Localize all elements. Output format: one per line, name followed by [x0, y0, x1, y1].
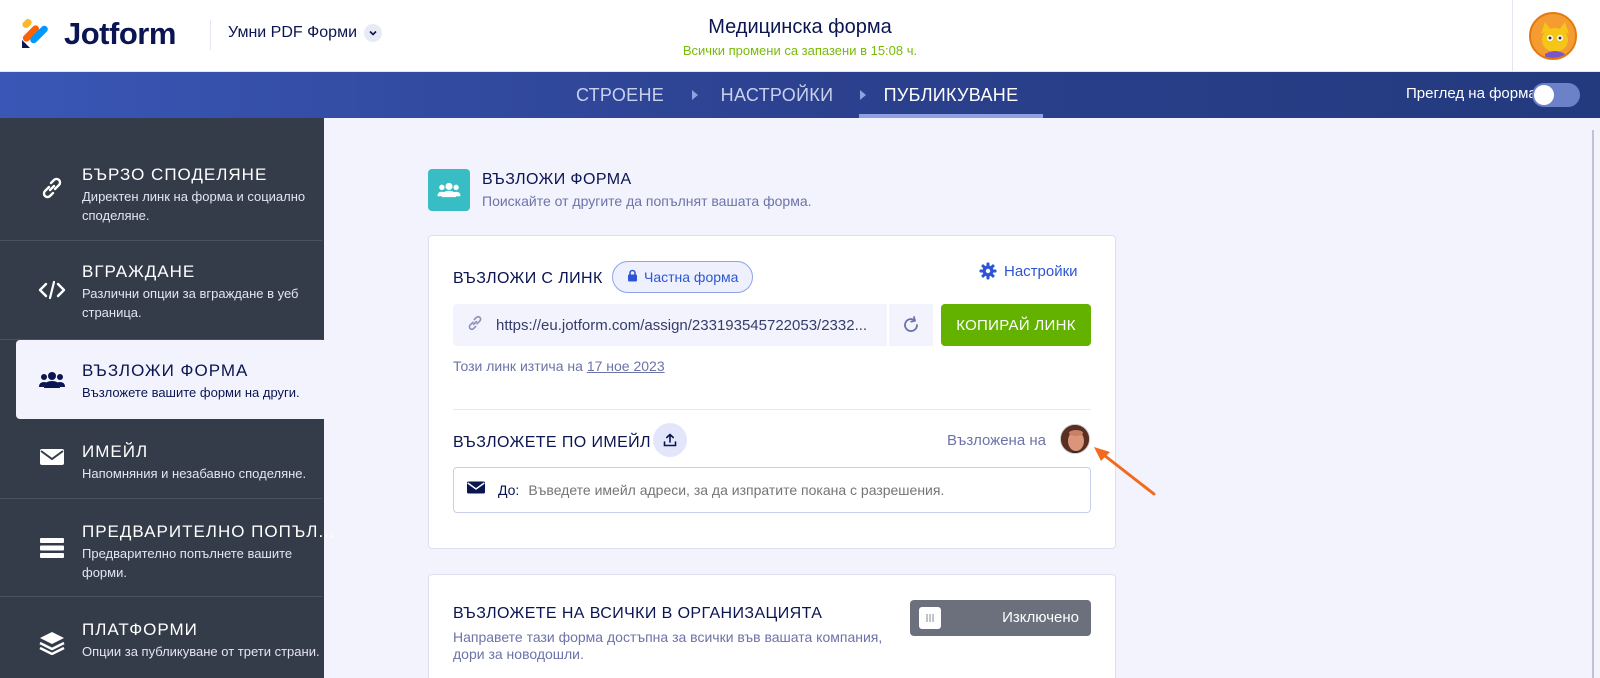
- page-scrollbar[interactable]: [1592, 130, 1594, 678]
- link-icon: [466, 314, 484, 337]
- sidebar-item-desc: Предварително попълнете вашите форми.: [82, 546, 293, 580]
- user-avatar[interactable]: [1529, 12, 1577, 60]
- expiry-date-link[interactable]: 17 ное 2023: [587, 358, 665, 374]
- sidebar-item-title: ИМЕЙЛ: [82, 442, 149, 461]
- section-subtitle: Поискайте от другите да попълнят вашата …: [482, 193, 812, 209]
- sidebar-item-title: ПЛАТФОРМИ: [82, 620, 198, 639]
- private-form-label: Частна форма: [644, 269, 739, 285]
- upload-csv-button[interactable]: [653, 423, 687, 457]
- chevron-right-icon: [692, 90, 698, 100]
- private-form-badge[interactable]: Частна форма: [612, 261, 754, 293]
- upload-icon: [663, 433, 677, 447]
- top-header: Jotform Умни PDF Форми Медицинска форма …: [0, 0, 1600, 72]
- assign-organization-card: ВЪЗЛОЖЕТЕ НА ВСИЧКИ В ОРГАНИЗАЦИЯТА Напр…: [428, 574, 1116, 678]
- section-title: ВЪЗЛОЖИ ФОРМА: [482, 171, 632, 188]
- assign-settings-button[interactable]: Настройки: [979, 262, 1078, 280]
- preview-form-label: Преглед на форма: [1406, 85, 1537, 102]
- tab-publish[interactable]: ПУБЛИКУВАНЕ: [859, 72, 1043, 118]
- assign-org-toggle[interactable]: Изключено: [910, 600, 1091, 636]
- assignee-avatar[interactable]: [1060, 424, 1090, 454]
- gear-icon: [979, 262, 997, 280]
- sidebar-item-desc: Опции за публикуване от трети страни.: [82, 644, 320, 659]
- toggle-state-label: Изключено: [1002, 609, 1079, 626]
- assign-by-email-title: ВЪЗЛОЖЕТЕ ПО ИМЕЙЛ: [453, 434, 651, 451]
- toggle-knob: [919, 607, 941, 629]
- card-divider: [453, 409, 1091, 410]
- list-icon: [38, 534, 66, 562]
- sidebar-item-embed[interactable]: ВГРАЖДАНЕ Различни опции за вграждане в …: [0, 241, 322, 340]
- assign-url-field[interactable]: https://eu.jotform.com/assign/2331935457…: [453, 304, 887, 346]
- sidebar-item-desc: Директен линк на форма и социално сподел…: [82, 189, 306, 223]
- settings-label: Настройки: [1004, 262, 1078, 280]
- form-title[interactable]: Медицинска форма: [0, 16, 1600, 39]
- sidebar-item-title: ВГРАЖДАНЕ: [82, 262, 196, 281]
- expiry-prefix: Този линк изтича на: [453, 358, 583, 374]
- code-icon: [38, 276, 66, 304]
- sidebar-item-desc: Напомняния и незабавно споделяне.: [82, 466, 307, 481]
- layers-icon: [38, 629, 66, 657]
- toggle-knob: [1534, 85, 1554, 105]
- assign-org-description: Направете тази форма достъпна за всички …: [453, 629, 883, 662]
- assign-with-link-title: ВЪЗЛОЖИ С ЛИНК: [453, 270, 603, 287]
- sidebar-item-quick-share[interactable]: БЪРЗО СПОДЕЛЯНЕ Директен линк на форма и…: [0, 118, 322, 241]
- sidebar-item-title: ПРЕДВАРИТЕЛНО ПОПЪЛ...: [82, 522, 336, 541]
- assign-org-title: ВЪЗЛОЖЕТЕ НА ВСИЧКИ В ОРГАНИЗАЦИЯТА: [453, 605, 823, 622]
- assign-url-text: https://eu.jotform.com/assign/2331935457…: [496, 316, 868, 334]
- sidebar-item-email[interactable]: ИМЕЙЛ Напомняния и незабавно споделяне.: [0, 419, 322, 499]
- envelope-icon: [38, 443, 66, 471]
- sidebar-item-desc: Различни опции за вграждане в уеб страни…: [82, 286, 299, 320]
- envelope-icon: [466, 480, 486, 500]
- copy-link-button[interactable]: КОПИРАЙ ЛИНК: [941, 304, 1091, 346]
- sidebar-item-title: БЪРЗО СПОДЕЛЯНЕ: [82, 165, 268, 184]
- refresh-link-button[interactable]: [889, 304, 933, 346]
- to-label: До:: [498, 482, 520, 498]
- publish-sidebar: БЪРЗО СПОДЕЛЯНЕ Директен линк на форма и…: [0, 118, 335, 678]
- preview-form-toggle[interactable]: [1532, 83, 1580, 107]
- users-icon: [38, 366, 66, 394]
- tab-build[interactable]: СТРОЕНЕ: [575, 72, 665, 118]
- save-status: Всички промени са запазени в 15:08 ч.: [682, 43, 918, 58]
- assign-form-section-icon: [428, 169, 470, 211]
- sidebar-item-prefill[interactable]: ПРЕДВАРИТЕЛНО ПОПЪЛ... Предварително поп…: [0, 499, 335, 597]
- sidebar-item-desc: Възложете вашите форми на други.: [82, 385, 300, 400]
- publish-nav-bar: СТРОЕНЕ НАСТРОЙКИ ПУБЛИКУВАНЕ Преглед на…: [0, 72, 1600, 118]
- header-divider-right: [1512, 0, 1513, 72]
- refresh-icon: [904, 316, 918, 332]
- lock-icon: [627, 269, 638, 285]
- email-recipients-field[interactable]: До:: [453, 467, 1091, 513]
- email-input[interactable]: [528, 482, 1089, 498]
- annotation-arrow-icon: [1094, 447, 1156, 496]
- sidebar-item-title: ВЪЗЛОЖИ ФОРМА: [82, 361, 249, 380]
- link-icon: [38, 174, 66, 202]
- sidebar-item-platforms[interactable]: ПЛАТФОРМИ Опции за публикуване от трети …: [0, 597, 322, 678]
- link-expiry-text: Този линк изтича на 17 ное 2023: [453, 358, 665, 374]
- sidebar-item-assign-form[interactable]: ВЪЗЛОЖИ ФОРМА Възложете вашите форми на …: [16, 340, 324, 419]
- assigned-to-label: Възложена на: [947, 432, 1046, 449]
- tab-settings[interactable]: НАСТРОЙКИ: [714, 72, 840, 118]
- assign-link-card: ВЪЗЛОЖИ С ЛИНК Частна форма Настройки ht…: [428, 235, 1116, 549]
